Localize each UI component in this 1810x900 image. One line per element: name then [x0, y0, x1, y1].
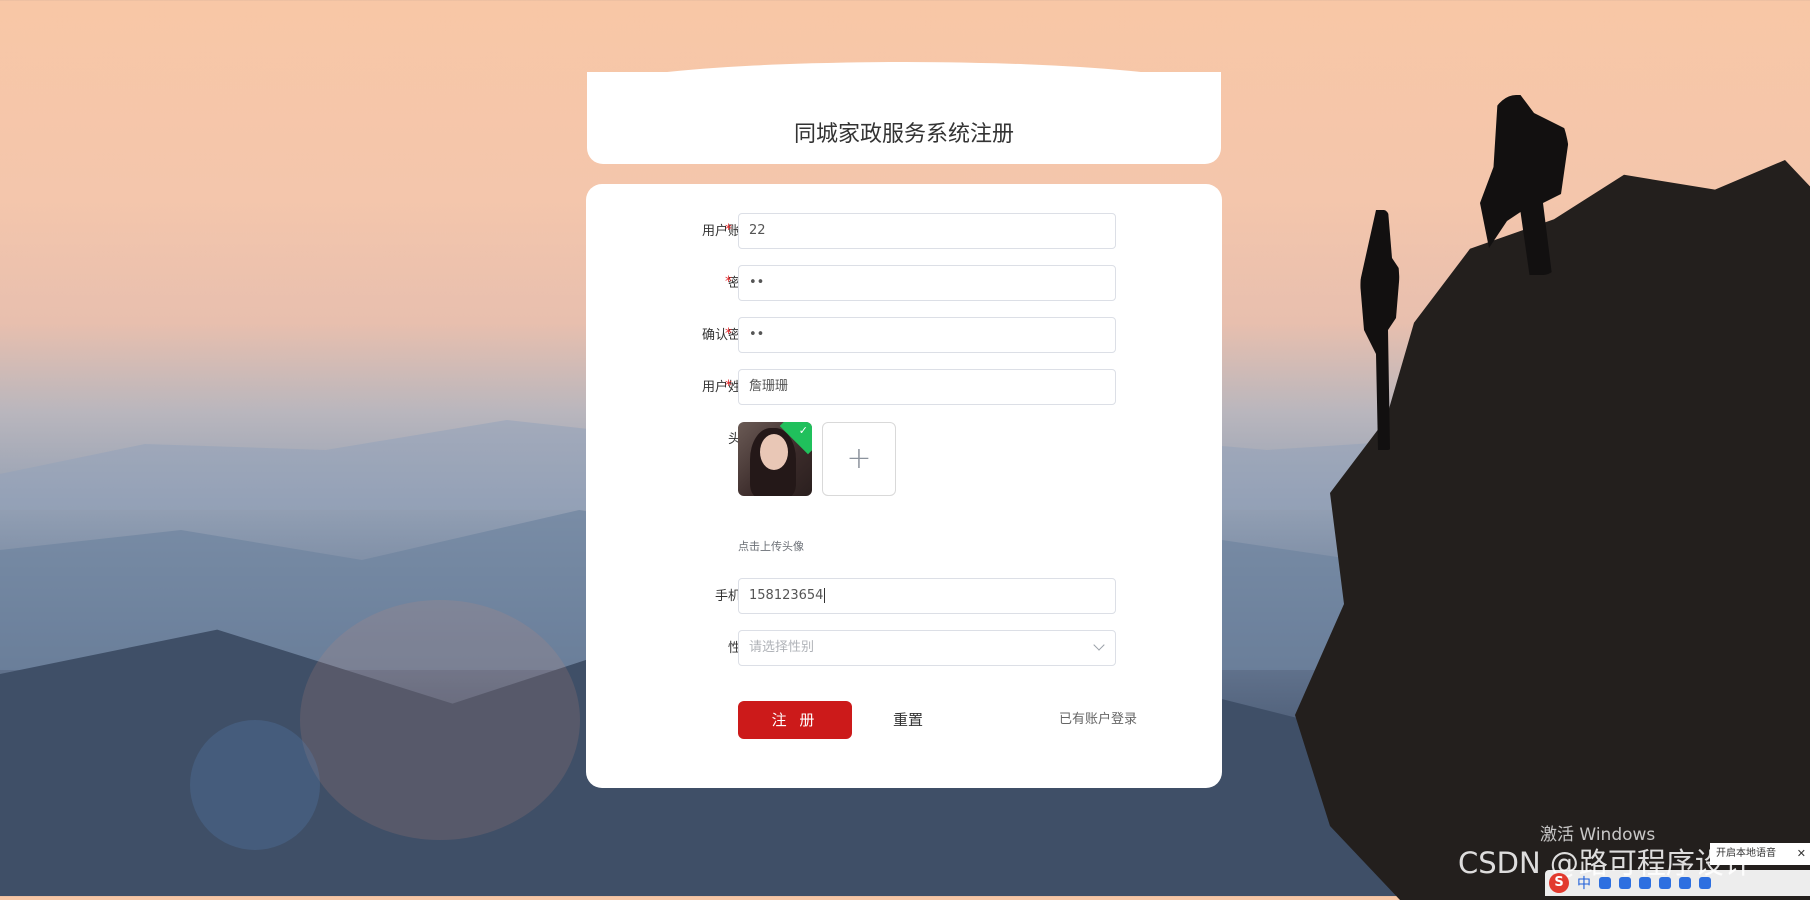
upload-hint: 点击上传头像	[738, 540, 804, 553]
tray-popup: 开启本地语音 ✕	[1710, 843, 1810, 865]
form-row-confirm-password: 确认密码： * ••	[586, 317, 1222, 355]
password-input[interactable]: ••	[738, 265, 1116, 301]
microphone-icon[interactable]	[1639, 877, 1651, 889]
avatar-thumbnail[interactable]: ✓	[738, 422, 812, 496]
lens-flare	[190, 720, 320, 850]
gender-placeholder: 请选择性别	[749, 640, 815, 655]
gender-select[interactable]: 请选择性别	[738, 630, 1116, 666]
form-row-name: 用户姓名： * 詹珊珊	[586, 369, 1222, 407]
tray-popup-text: 开启本地语音	[1716, 848, 1776, 859]
register-form: 用户账号： * 22 密码： * •• 确认密码： * •• 用户姓名： * 詹…	[586, 184, 1222, 788]
moon-icon[interactable]	[1599, 877, 1611, 889]
form-row-avatar: 头像：	[586, 421, 1222, 459]
sogou-logo-icon[interactable]: S	[1549, 873, 1569, 893]
form-row-password: 密码： * ••	[586, 265, 1222, 303]
required-mark: *	[725, 274, 732, 290]
name-input[interactable]: 詹珊珊	[738, 369, 1116, 405]
title-card: 同城家政服务系统注册	[587, 72, 1221, 164]
plus-icon: +	[846, 441, 872, 476]
chevron-down-icon	[1093, 639, 1105, 651]
page-title: 同城家政服务系统注册	[793, 122, 1014, 147]
form-row-account: 用户账号： * 22	[586, 213, 1222, 251]
reset-button[interactable]: 重置	[893, 701, 923, 739]
required-mark: *	[725, 222, 732, 238]
avatar-face	[760, 434, 788, 470]
lens-flare	[300, 600, 580, 840]
required-mark: *	[725, 378, 732, 394]
account-input[interactable]: 22	[738, 213, 1116, 249]
skin-icon[interactable]	[1679, 877, 1691, 889]
toolbox-icon[interactable]	[1699, 877, 1711, 889]
keyboard-icon[interactable]	[1659, 877, 1671, 889]
punctuation-icon[interactable]	[1619, 877, 1631, 889]
phone-value: 158123654	[749, 588, 824, 603]
form-row-phone: 手机号： 158123654	[586, 578, 1222, 616]
phone-input[interactable]: 158123654	[738, 578, 1116, 614]
check-icon: ✓	[798, 424, 808, 437]
avatar-upload-button[interactable]: +	[822, 422, 896, 496]
ime-toolbar[interactable]: S 中	[1545, 870, 1810, 896]
close-icon[interactable]: ✕	[1797, 843, 1806, 865]
ime-mode[interactable]: 中	[1577, 873, 1591, 893]
register-button[interactable]: 注 册	[738, 701, 852, 739]
text-cursor	[824, 588, 826, 603]
confirm-password-input[interactable]: ••	[738, 317, 1116, 353]
form-row-gender: 性别： 请选择性别	[586, 630, 1222, 668]
required-mark: *	[725, 326, 732, 342]
login-link[interactable]: 已有账户登录	[1059, 701, 1137, 739]
